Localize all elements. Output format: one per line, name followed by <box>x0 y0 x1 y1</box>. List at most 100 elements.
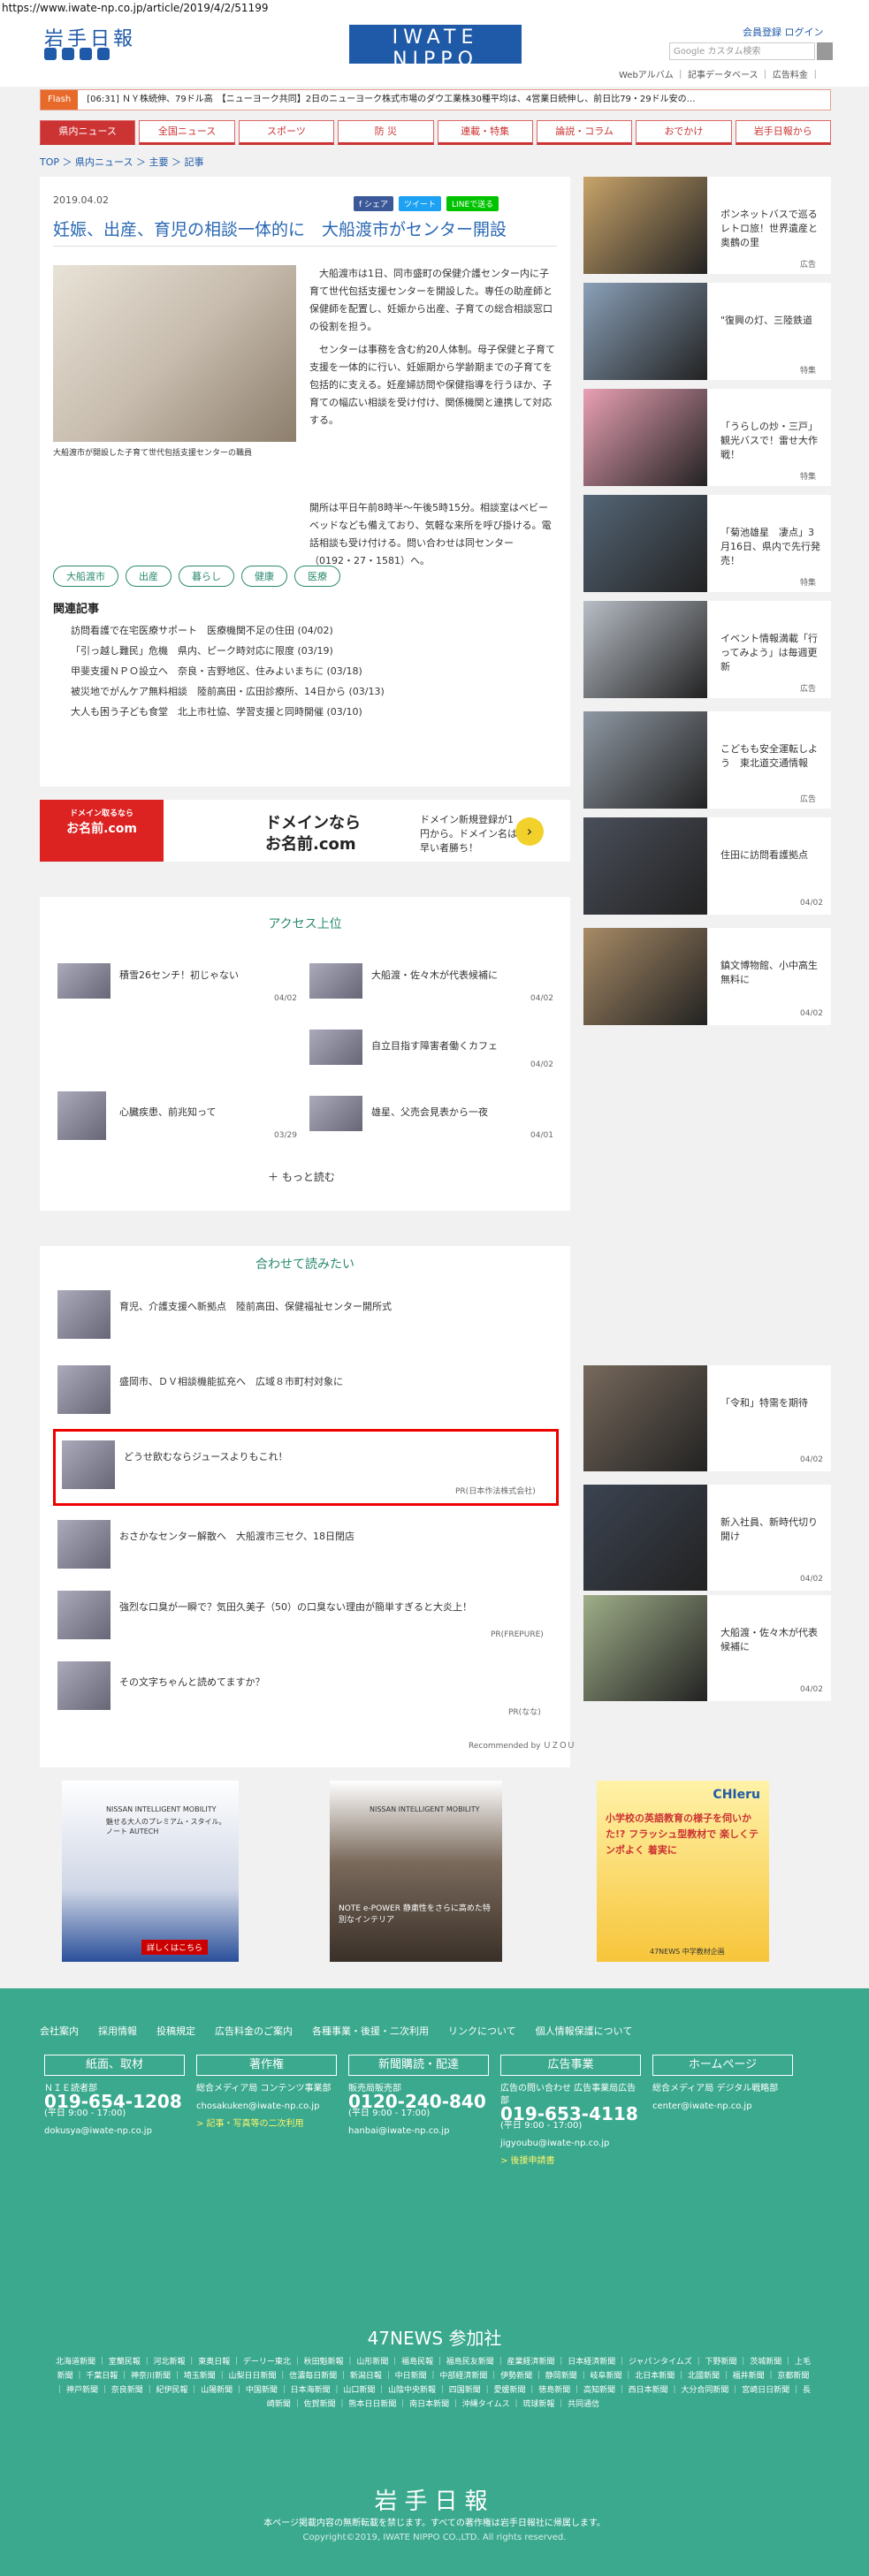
member-links[interactable]: 会員登録 ログイン <box>743 25 824 39</box>
access-item-title[interactable]: 積雪26センチ！初じゃない <box>119 968 239 982</box>
thumbnail[interactable] <box>57 1091 106 1140</box>
footer-email[interactable]: center@iwate-np.co.jp <box>652 2101 793 2113</box>
footer-email[interactable]: jigyoubu@iwate-np.co.jp <box>500 2138 641 2150</box>
url-bar[interactable]: https://www.iwate-np.co.jp/article/2019/… <box>0 0 869 16</box>
sidebar-item-title[interactable]: 「うらしの炒・三戸」観光バスで！雷せ大作戦！ <box>720 420 822 462</box>
sidebar-thumbnail[interactable] <box>583 1595 707 1701</box>
thumbnail[interactable] <box>57 1661 111 1710</box>
footer-email[interactable]: dokusya@iwate-np.co.jp <box>44 2125 185 2138</box>
sidebar-item-title[interactable]: 大船渡・佐々木が代表候補に <box>720 1626 822 1654</box>
related-item[interactable]: 訪問看護で在宅医療サポート 医療機関不足の住田 (04/02) <box>71 620 385 641</box>
footer-link[interactable]: リンクについて <box>448 2024 516 2038</box>
sidebar-card[interactable]: 鎮文博物館、小中高生無料に 04/02 <box>583 928 831 1025</box>
recommend-item-title[interactable]: 強烈な口臭が一瞬で？気田久美子（50）の口臭ない理由が簡単すぎると大炎上！ <box>119 1600 544 1614</box>
footer-link[interactable]: 各種事業・後援・二次利用 <box>312 2024 429 2038</box>
sidebar-card[interactable]: "復興の灯、三陸鉄道 特集 <box>583 283 831 380</box>
sidebar-thumbnail[interactable] <box>583 177 707 274</box>
nav-from-iwate-nippo[interactable]: 岩手日報から <box>735 120 831 145</box>
recommend-item-title[interactable]: 育児、介護支援へ新拠点 陸前高田、保健福祉センター開所式 <box>119 1299 392 1313</box>
sidebar-item-title[interactable]: 新入社員、新時代切り開け <box>720 1516 822 1544</box>
facebook-icon[interactable] <box>62 48 74 60</box>
recommend-item-title[interactable]: どうせ飲むならジュースよりもこれ！ <box>124 1449 287 1463</box>
sidebar-thumbnail[interactable] <box>583 389 707 486</box>
footer-extra-link[interactable]: > 記事・写真等の二次利用 <box>196 2118 337 2131</box>
footer-link[interactable]: 広告料金のご案内 <box>215 2024 293 2038</box>
footer-phone[interactable]: 0120-240-840 <box>348 2093 489 2110</box>
more-button[interactable]: ＋ もっと読む <box>268 1169 335 1184</box>
footer-email[interactable]: chosakuken@iwate-np.co.jp <box>196 2101 337 2113</box>
sidebar-card[interactable]: イベント情報満載「行ってみよう」は毎週更新 広告 <box>583 601 831 698</box>
sidebar-card[interactable]: 新入社員、新時代切り開け 04/02 <box>583 1485 831 1591</box>
nav-national-news[interactable]: 全国ニュース <box>139 120 235 145</box>
sidebar-thumbnail[interactable] <box>583 283 707 380</box>
tag-birth[interactable]: 出産 <box>126 566 172 587</box>
related-item[interactable]: 大人も困う子ども食堂 北上市社協、学習支援と同時開催 (03/10) <box>71 702 385 722</box>
footer-extra-link[interactable]: > 後援申請書 <box>500 2155 641 2168</box>
sidebar-card[interactable]: 「うらしの炒・三戸」観光バスで！雷せ大作戦！ 特集 <box>583 389 831 486</box>
nav-sports[interactable]: スポーツ <box>238 120 335 145</box>
ad-headline[interactable]: ドメインなら お名前.com <box>265 813 361 855</box>
access-item-title[interactable]: 大船渡・佐々木が代表候補に <box>371 968 498 982</box>
nav-disaster[interactable]: 防 災 <box>338 120 434 145</box>
footer-column-button[interactable]: 広告事業 <box>500 2055 641 2076</box>
access-item-title[interactable]: 自立目指す障害者働くカフェ <box>371 1038 498 1052</box>
related-item[interactable]: 「引っ越し難民」危機 県内、ピーク時対応に限度 (03/19) <box>71 641 385 661</box>
sidebar-card[interactable]: ボンネットバスで巡るレトロ旅！世界遺産と奥鶴の里 広告 <box>583 177 831 274</box>
footer-column-button[interactable]: 著作権 <box>196 2055 337 2076</box>
facebook-share-button[interactable]: f シェア <box>354 196 394 211</box>
recommend-item-title[interactable]: その文字ちゃんと読めてますか？ <box>119 1675 264 1689</box>
chieru-ad[interactable]: CHIeru 小学校の英語教育の様子を伺いかた!? フラッシュ型教材で 楽しくテ… <box>597 1781 769 1962</box>
sidebar-item-title[interactable]: "復興の灯、三陸鉄道 <box>720 314 822 328</box>
thumbnail[interactable] <box>309 1096 362 1131</box>
footer-logo[interactable]: 岩手日報 <box>0 2483 869 2516</box>
sidebar-thumbnail[interactable] <box>583 1365 707 1471</box>
related-item[interactable]: 被災地でがんケア無料相談 陸前高田・広田診療所、14日から (03/13) <box>71 681 385 702</box>
footer-link[interactable]: 採用情報 <box>98 2024 137 2038</box>
thumbnail[interactable] <box>57 1365 111 1414</box>
sidebar-thumbnail[interactable] <box>583 817 707 915</box>
footer-column-button[interactable]: 紙面、取材 <box>44 2055 185 2076</box>
nissan-ad-2[interactable]: NISSAN INTELLIGENT MOBILITY NOTE e-POWER… <box>330 1781 502 1962</box>
sidebar-thumbnail[interactable] <box>583 928 707 1025</box>
sidebar-card[interactable]: 大船渡・佐々木が代表候補に 04/02 <box>583 1595 831 1701</box>
sidebar-item-title[interactable]: ボンネットバスで巡るレトロ旅！世界遺産と奥鶴の里 <box>720 208 822 250</box>
footer-link[interactable]: 会社案内 <box>40 2024 79 2038</box>
recommend-item-title[interactable]: 盛岡市、ＤＶ相談機能拡充へ 広域８市町村対象に <box>119 1374 343 1388</box>
tag-health[interactable]: 健康 <box>241 566 287 587</box>
ad-arrow-icon[interactable]: › <box>515 817 544 846</box>
search-input[interactable]: Google カスタム検索 <box>669 42 815 60</box>
access-item-title[interactable]: 雄星、父売会見表から一夜 <box>371 1105 488 1119</box>
sidebar-card[interactable]: こどもも安全運転しよう 東北道交通情報 広告 <box>583 711 831 809</box>
flash-news-bar[interactable]: Flash [06:31] ＮＹ株続伸、79ドル高 【ニューヨーク共同】2日のニュ… <box>40 89 831 110</box>
footer-column-button[interactable]: 新聞購読・配達 <box>348 2055 489 2076</box>
sidebar-thumbnail[interactable] <box>583 711 707 809</box>
sidebar-card[interactable]: 「菊池雄星 凄点」3月16日、県内で先行発売！ 特集 <box>583 495 831 592</box>
sidebar-card[interactable]: 住田に訪問看護拠点 04/02 <box>583 817 831 915</box>
flash-text[interactable]: [06:31] ＮＹ株続伸、79ドル高 【ニューヨーク共同】2日のニューヨーク株… <box>87 95 695 104</box>
twitter-icon[interactable] <box>44 48 57 60</box>
sidebar-item-title[interactable]: イベント情報満載「行ってみよう」は毎週更新 <box>720 632 822 674</box>
sidebar-item-title[interactable]: 「令和」特需を期待 <box>720 1396 822 1410</box>
thumbnail[interactable] <box>309 1030 362 1065</box>
ad-detail-button[interactable]: 詳しくはこちら <box>141 1940 209 1955</box>
footer-phone[interactable]: 019-654-1208 <box>44 2093 185 2110</box>
sidebar-item-title[interactable]: 鎮文博物館、小中高生無料に <box>720 959 822 987</box>
tag-ofunato[interactable]: 大船渡市 <box>53 566 118 587</box>
thumbnail[interactable] <box>57 1290 111 1339</box>
sidebar-item-title[interactable]: こどもも安全運転しよう 東北道交通情報 <box>720 742 822 771</box>
nav-editorial[interactable]: 論説・コラム <box>536 120 633 145</box>
tag-medical[interactable]: 医療 <box>294 566 340 587</box>
thumbnail[interactable] <box>57 1591 111 1639</box>
footer-email[interactable]: hanbai@iwate-np.co.jp <box>348 2125 489 2138</box>
ad-subtext[interactable]: ドメイン新規登録が1円から。ドメイン名は早い者勝ち！ <box>420 813 517 855</box>
tag-life[interactable]: 暮らし <box>179 566 234 587</box>
footer-phone[interactable]: 019-653-4118 <box>500 2105 641 2123</box>
news47-list[interactable]: 北海道新聞 ｜ 室蘭民報 ｜ 河北新報 ｜ 東奥日報 ｜ デーリー東北 ｜ 秋田… <box>53 2355 813 2412</box>
sidebar-thumbnail[interactable] <box>583 601 707 698</box>
breadcrumb[interactable]: TOP ＞ 県内ニュース ＞ 主要 ＞ 記事 <box>40 155 203 169</box>
recommend-credit[interactable]: Recommended by ＵＺＯＵ <box>469 1739 575 1751</box>
line-share-button[interactable]: LINEで送る <box>446 196 499 211</box>
ad-brand-logo[interactable]: ドメイン取るなら お名前.com <box>40 800 164 862</box>
sidebar-card[interactable]: 「令和」特需を期待 04/02 <box>583 1365 831 1471</box>
thumbnail[interactable] <box>57 963 111 999</box>
